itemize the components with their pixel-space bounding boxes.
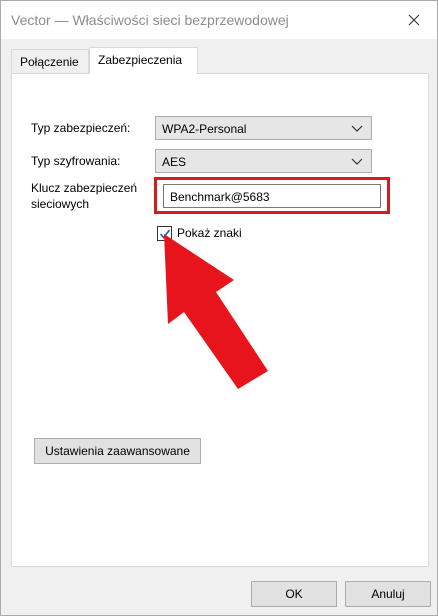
network-key-label-line2: sieciowych [31, 197, 90, 211]
cancel-label: Anuluj [371, 587, 405, 601]
security-panel: Typ zabezpieczeń: WPA2-Personal Typ szyf… [11, 73, 429, 567]
network-key-input[interactable]: Benchmark@5683 [163, 184, 381, 208]
tab-connection-label: Połączenie [20, 55, 79, 69]
advanced-settings-button[interactable]: Ustawienia zaawansowane [34, 438, 201, 464]
close-icon [408, 14, 420, 26]
encryption-type-value: AES [162, 155, 187, 169]
advanced-settings-label: Ustawienia zaawansowane [45, 444, 190, 458]
red-arrow-icon [164, 234, 268, 389]
title-bar: Vector — Właściwości sieci bezprzewodowe… [1, 1, 437, 39]
tab-connection[interactable]: Połączenie [11, 49, 89, 73]
properties-window: Vector — Właściwości sieci bezprzewodowe… [0, 0, 438, 616]
security-type-label: Typ zabezpieczeń: [31, 121, 131, 135]
chevron-down-icon [351, 158, 363, 165]
encryption-type-label: Typ szyfrowania: [31, 154, 121, 168]
tab-security[interactable]: Zabezpieczenia [89, 47, 198, 74]
window-title: Vector — Właściwości sieci bezprzewodowe… [11, 12, 289, 28]
network-key-label-line1: Klucz zabezpieczeń [31, 181, 138, 195]
dialog-footer: OK Anuluj [1, 567, 437, 615]
tab-security-label: Zabezpieczenia [98, 53, 183, 67]
close-button[interactable] [391, 1, 437, 39]
ok-label: OK [285, 587, 303, 601]
network-key-value: Benchmark@5683 [170, 190, 270, 204]
chevron-down-icon [351, 125, 363, 132]
highlight-frame: Benchmark@5683 [154, 177, 390, 214]
encryption-type-select[interactable]: AES [155, 149, 372, 173]
cancel-button[interactable]: Anuluj [345, 581, 431, 607]
ok-button[interactable]: OK [251, 581, 337, 607]
security-type-select[interactable]: WPA2-Personal [155, 116, 372, 140]
security-type-value: WPA2-Personal [162, 122, 247, 136]
